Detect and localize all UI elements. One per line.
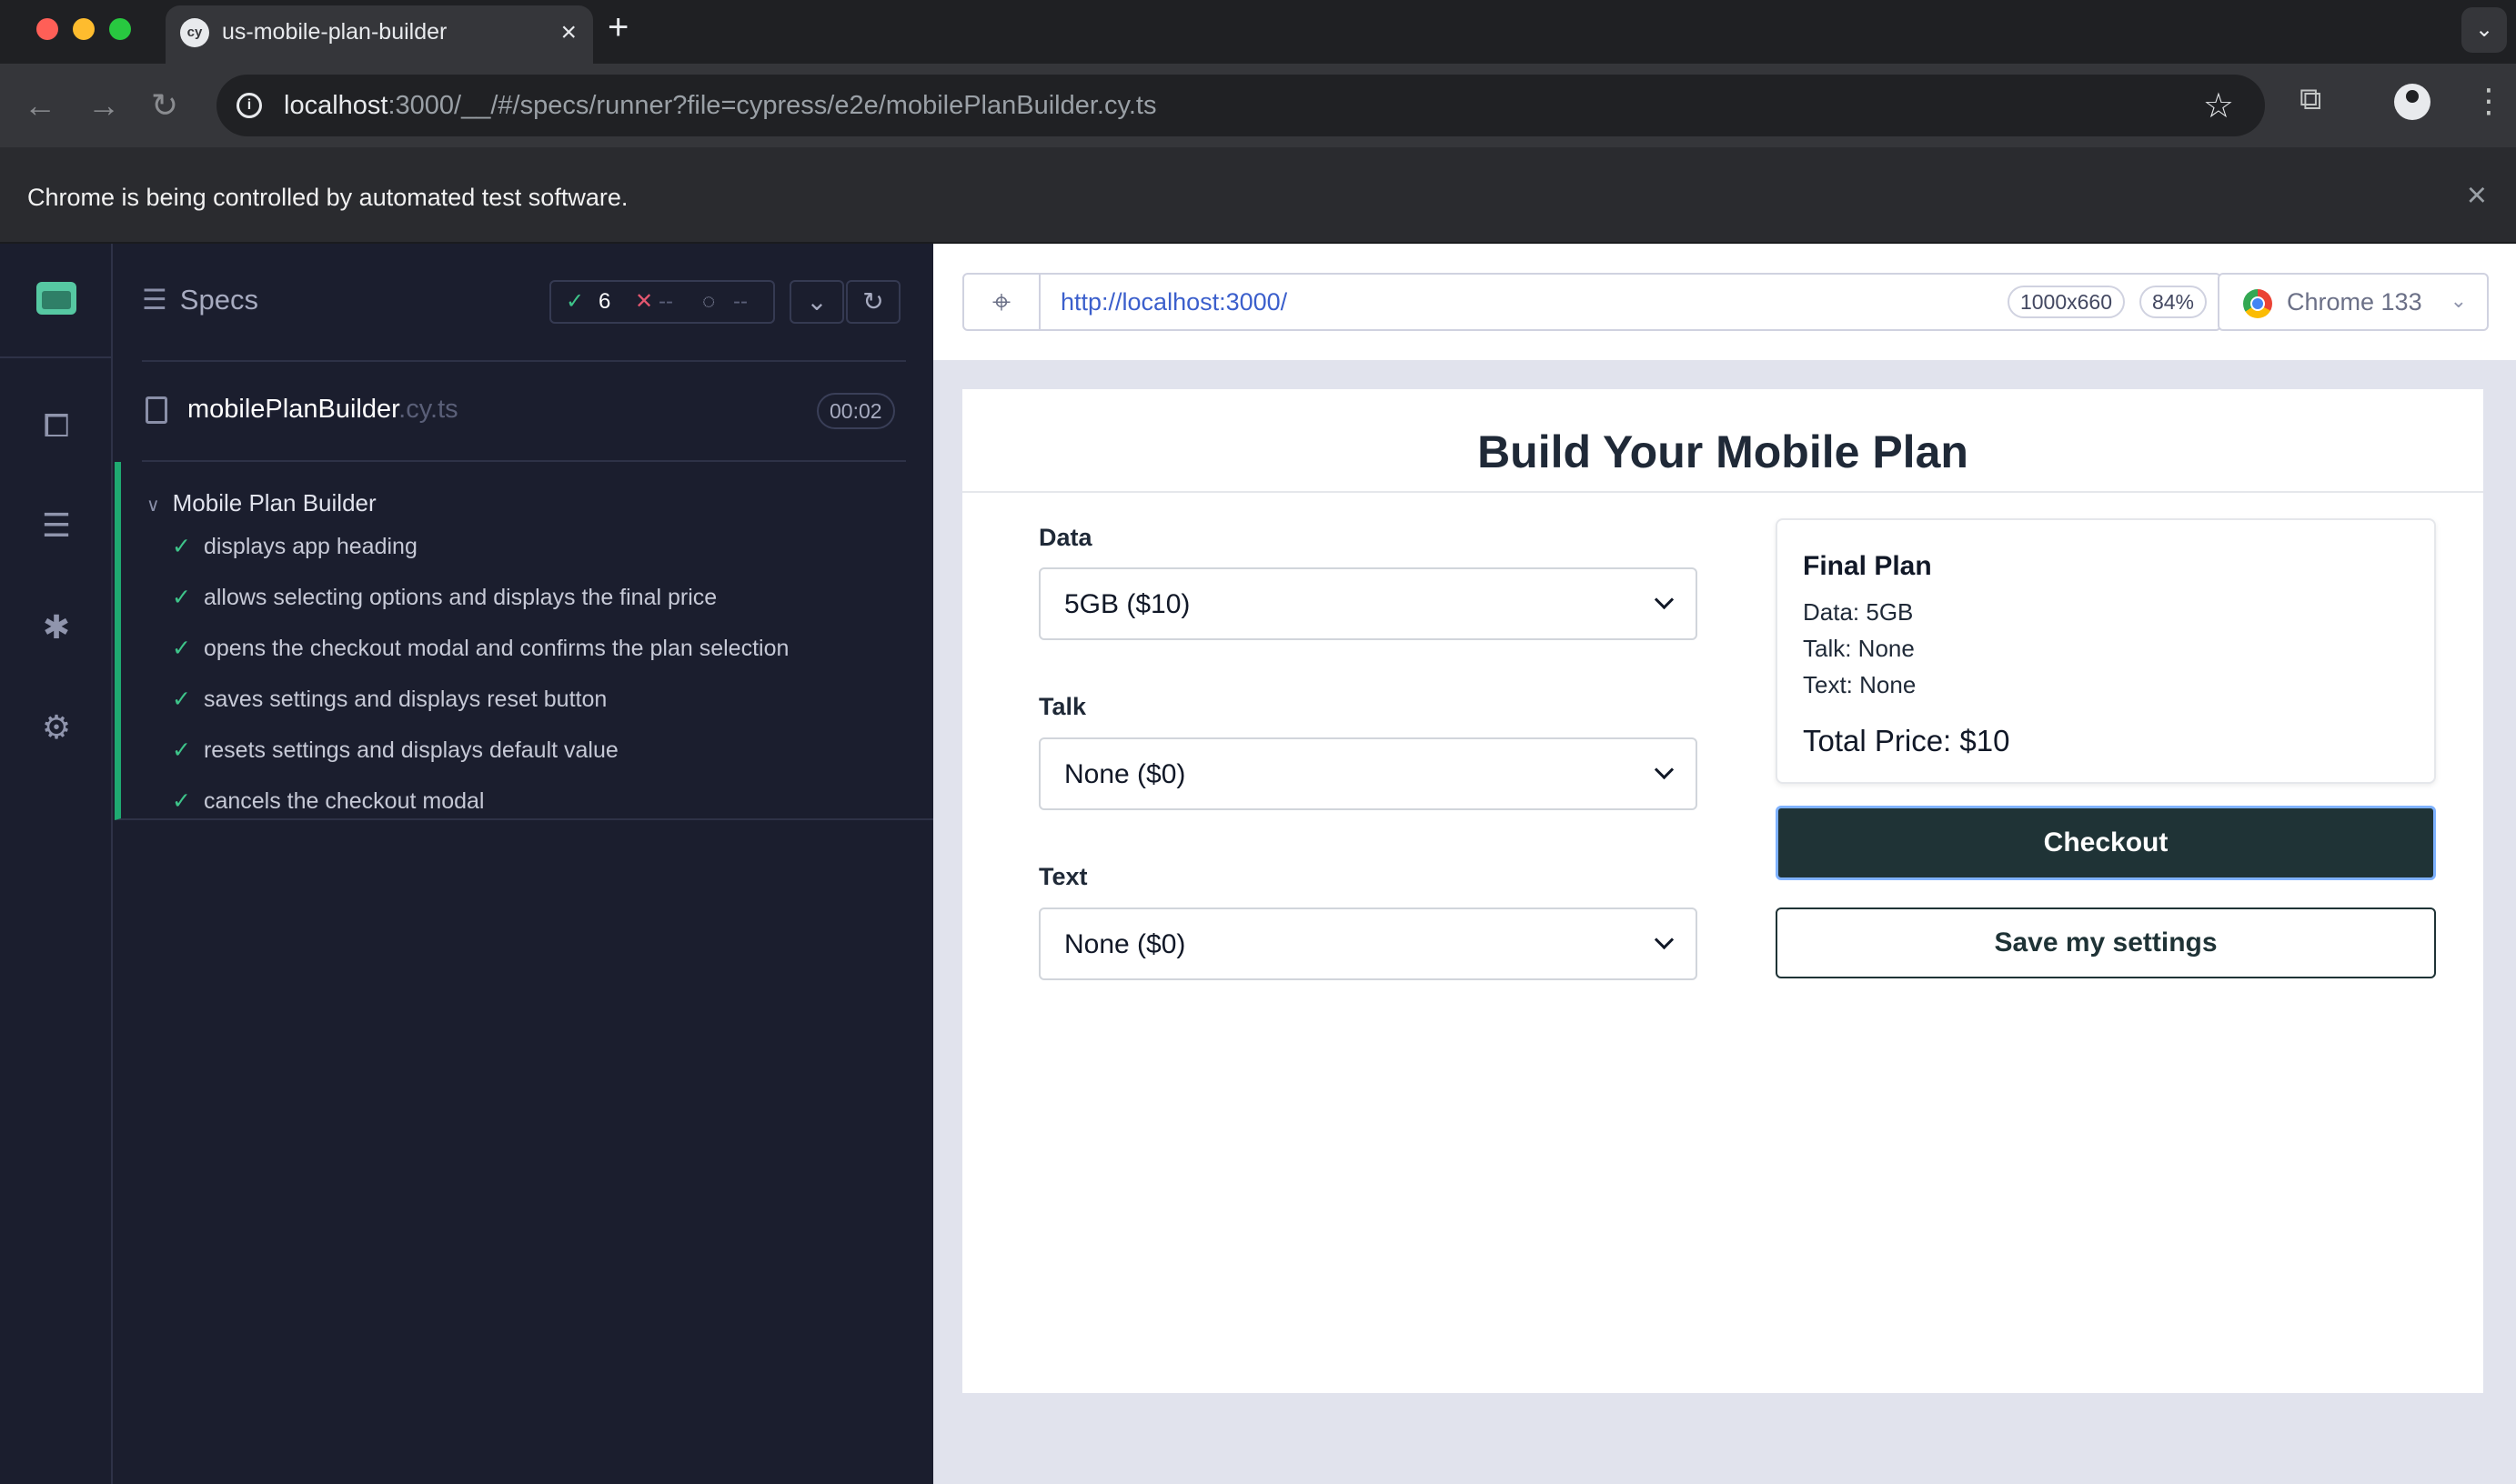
cypress-side-rail: ⧠ ☰ ✱ ⚙ [0, 244, 113, 1484]
check-icon: ✓ [172, 585, 191, 610]
page-title: Build Your Mobile Plan [1477, 426, 1968, 477]
aut-url-link[interactable]: http://localhost:3000/ [1061, 288, 1287, 316]
pending-spinner-icon: ◌ [702, 289, 716, 314]
cypress-favicon-icon: cy [180, 18, 209, 47]
maximize-window-button[interactable] [109, 18, 131, 40]
info-icon[interactable]: i [237, 93, 262, 118]
test-item[interactable]: ✓ resets settings and displays default va… [172, 737, 619, 773]
data-select-value: 5GB ($10) [1064, 589, 1191, 619]
text-select[interactable]: None ($0) [1039, 907, 1697, 980]
tab-title: us-mobile-plan-builder [222, 19, 448, 45]
specs-header-label: Specs [179, 284, 258, 316]
tab-search-icon[interactable]: ⌄ [2461, 7, 2507, 53]
viewport-size-badge[interactable]: 1000x660 [2007, 286, 2125, 318]
app-under-test-panel: ⌖ http://localhost:3000/ 1000x660 84% Ch… [933, 244, 2516, 1484]
rerun-icon[interactable]: ↻ [846, 280, 901, 324]
check-icon: ✓ [172, 737, 191, 763]
browser-toolbar: ← → ↻ i localhost:3000/__/#/specs/runner… [0, 64, 2516, 147]
summary-talk-line: Talk: None [1803, 635, 1915, 662]
spec-file-name: mobilePlanBuilder.cy.ts [187, 395, 458, 424]
check-icon: ✓ [172, 788, 191, 814]
suite-title-label: Mobile Plan Builder [172, 489, 377, 516]
talk-select[interactable]: None ($0) [1039, 737, 1697, 810]
specs-list-icon: ☰ [142, 284, 167, 316]
new-tab-icon[interactable]: + [608, 7, 629, 48]
zoom-badge: 84% [2139, 286, 2207, 318]
close-window-button[interactable] [36, 18, 58, 40]
check-icon: ✓ [172, 636, 191, 661]
test-item[interactable]: ✓ opens the checkout modal and confirms t… [172, 635, 789, 671]
chevron-down-icon [1650, 929, 1677, 957]
test-item[interactable]: ✓ cancels the checkout modal [172, 787, 484, 824]
infobar-close-icon[interactable]: × [2467, 176, 2487, 216]
settings-gear-icon[interactable]: ⚙ [35, 706, 78, 749]
final-plan-title: Final Plan [1803, 551, 1932, 581]
chevron-down-icon: ⌄ [2450, 289, 2467, 312]
data-label: Data [1039, 524, 1092, 551]
rail-divider [0, 356, 113, 358]
talk-label: Talk [1039, 693, 1087, 720]
browser-titlebar: cy us-mobile-plan-builder × + ⌄ [0, 0, 2516, 64]
test-item[interactable]: ✓ saves settings and displays reset butto… [172, 686, 607, 722]
automation-infobar: Chrome is being controlled by automated … [0, 147, 2516, 244]
passed-count: 6 [599, 289, 611, 314]
total-price: Total Price: $10 [1803, 724, 2010, 757]
pending-count: -- [733, 289, 748, 314]
specs-nav-icon[interactable]: ⧠ [35, 404, 78, 447]
selector-playground-crosshair-icon[interactable]: ⌖ [964, 275, 1041, 329]
data-select[interactable]: 5GB ($10) [1039, 567, 1697, 640]
debug-bug-icon[interactable]: ✱ [35, 606, 78, 649]
collapse-chevron-icon[interactable]: ⌄ [790, 280, 844, 324]
summary-text-line: Text: None [1803, 671, 1917, 698]
more-icon[interactable]: ⋮ [2472, 82, 2505, 120]
address-bar[interactable]: i localhost:3000/__/#/specs/runner?file=… [216, 75, 2265, 136]
cypress-reporter: ☰ Specs ✓ 6 ✕ -- ◌ -- ⌄ ↻ mobilePlanBuild… [115, 244, 933, 1484]
title-divider [962, 491, 2483, 493]
address-url[interactable]: localhost:3000/__/#/specs/runner?file=cy… [284, 91, 1156, 121]
suite-title[interactable]: ∨ Mobile Plan Builder [146, 489, 377, 517]
test-item[interactable]: ✓ allows selecting options and displays t… [172, 584, 717, 620]
text-label: Text [1039, 863, 1088, 890]
chevron-down-icon [1650, 589, 1677, 617]
forward-arrow-icon[interactable]: → [87, 85, 120, 125]
extensions-icon[interactable]: ⧉ [2300, 82, 2321, 117]
failed-x-icon: ✕ [635, 289, 654, 314]
browser-tab[interactable]: cy us-mobile-plan-builder × [166, 5, 593, 64]
test-item[interactable]: ✓ displays app heading [172, 533, 418, 569]
aut-header: ⌖ http://localhost:3000/ 1000x660 84% Ch… [933, 244, 2516, 360]
aut-url-bar: ⌖ http://localhost:3000/ 1000x660 84% [962, 273, 2221, 331]
checkout-button[interactable]: Checkout [1776, 806, 2436, 880]
browser-selector[interactable]: Chrome 133 ⌄ [2218, 273, 2489, 331]
chevron-down-icon [1650, 759, 1677, 787]
browser-label: Chrome 133 [2287, 288, 2422, 316]
tab-close-icon[interactable]: × [560, 16, 577, 49]
talk-select-value: None ($0) [1064, 759, 1186, 789]
infobar-message: Chrome is being controlled by automated … [27, 184, 629, 211]
final-plan-card: Final Plan Data: 5GB Talk: None Text: No… [1776, 518, 2436, 784]
profile-icon[interactable] [2394, 84, 2430, 120]
test-stats: ✓ 6 ✕ -- ◌ -- [549, 280, 775, 324]
chevron-down-icon: ∨ [146, 496, 160, 516]
text-select-value: None ($0) [1064, 929, 1186, 959]
save-settings-button[interactable]: Save my settings [1776, 907, 2436, 978]
passed-check-icon: ✓ [566, 289, 585, 314]
runs-nav-icon[interactable]: ☰ [35, 504, 78, 547]
test-suite: ∨ Mobile Plan Builder ✓ displays app headi… [115, 462, 933, 820]
check-icon: ✓ [172, 687, 191, 712]
failed-count: -- [659, 289, 673, 314]
summary-data-line: Data: 5GB [1803, 598, 1914, 626]
app-frame: Build Your Mobile Plan Data 5GB ($10) Ta… [962, 389, 2483, 1393]
specs-header[interactable]: ☰ Specs [142, 284, 258, 316]
spec-duration-badge: 00:02 [817, 393, 895, 429]
star-icon[interactable]: ☆ [2203, 85, 2234, 126]
spec-file-icon [146, 396, 167, 424]
chrome-logo-icon [2243, 289, 2272, 318]
reload-icon[interactable]: ↻ [151, 85, 178, 125]
check-icon: ✓ [172, 534, 191, 559]
cypress-logo-icon[interactable] [36, 282, 76, 315]
back-arrow-icon[interactable]: ← [24, 85, 56, 125]
minimize-window-button[interactable] [73, 18, 95, 40]
reporter-divider [142, 360, 906, 362]
